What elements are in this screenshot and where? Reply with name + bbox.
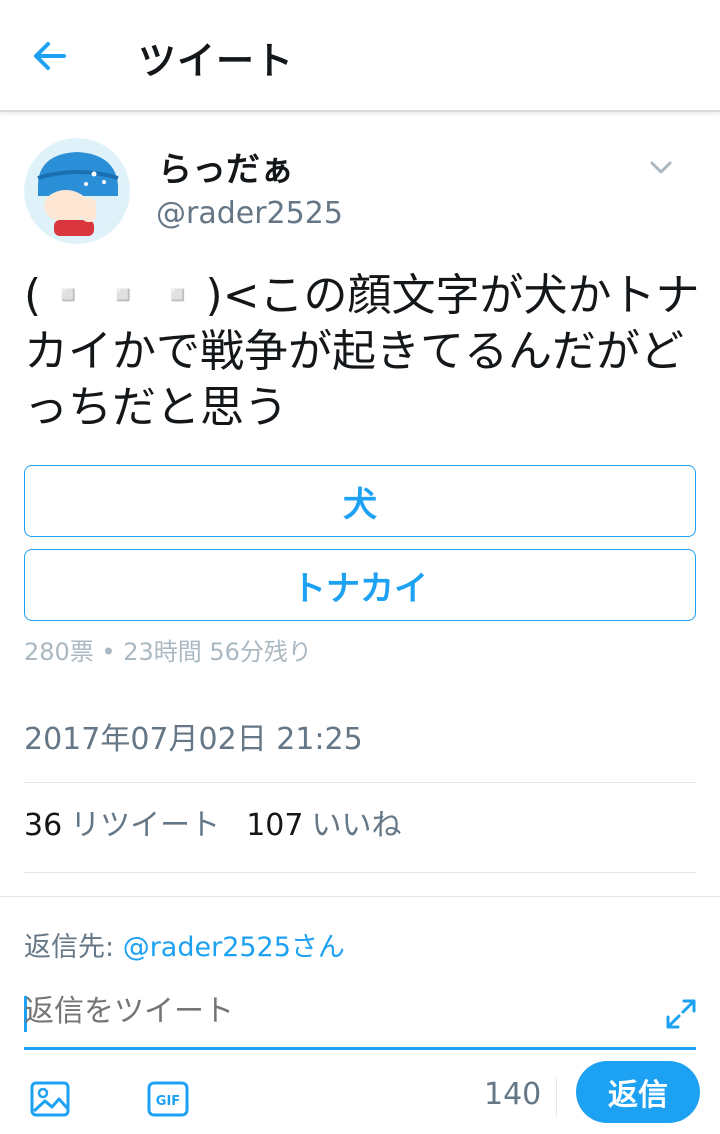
- retweets-label: リツイート: [70, 808, 221, 843]
- tweet-stats: 36 リツイート 107 いいね: [24, 800, 401, 844]
- avatar[interactable]: [24, 138, 130, 244]
- tweet-timestamp: 2017年07月02日 21:25: [24, 722, 363, 757]
- page-title: ツイート: [138, 39, 295, 83]
- reply-composer: 返信先: @rader2525さん GIF 140 返信: [0, 896, 720, 1134]
- app-header: ツイート: [0, 0, 720, 112]
- divider: [24, 872, 696, 873]
- reply-to: 返信先: @rader2525さん: [24, 925, 345, 964]
- tweet-text: (▫️▫️▫️)<この顔文字が犬かトナカイかで戦争が起きてるんだがどっちだと思う: [24, 270, 700, 433]
- reply-button[interactable]: 返信: [576, 1061, 700, 1123]
- input-underline: [24, 1047, 696, 1050]
- likes-label: いいね: [311, 808, 402, 843]
- retweets-count: 36: [24, 808, 63, 843]
- poll-option-dog[interactable]: 犬: [24, 465, 696, 537]
- character-count: 140: [484, 1077, 542, 1112]
- expand-icon[interactable]: [664, 997, 698, 1031]
- reply-input[interactable]: [24, 991, 664, 1031]
- divider: [24, 782, 696, 783]
- retweets-stat[interactable]: 36 リツイート: [24, 800, 220, 844]
- display-name[interactable]: らっだぁ: [158, 142, 294, 191]
- back-arrow-icon[interactable]: [28, 34, 72, 78]
- poll-option-reindeer[interactable]: トナカイ: [24, 549, 696, 621]
- reply-to-label: 返信先:: [24, 932, 115, 963]
- svg-text:GIF: GIF: [156, 1094, 180, 1109]
- username[interactable]: @rader2525: [156, 196, 343, 231]
- gif-icon[interactable]: GIF: [146, 1077, 190, 1121]
- reply-to-handle[interactable]: @rader2525さん: [123, 932, 345, 963]
- divider: [556, 1077, 557, 1117]
- likes-count: 107: [246, 808, 304, 843]
- likes-stat[interactable]: 107 いいね: [246, 800, 401, 844]
- poll-meta: 280票 • 23時間 56分残り: [24, 638, 312, 666]
- image-icon[interactable]: [28, 1077, 72, 1121]
- chevron-down-icon[interactable]: [644, 150, 678, 184]
